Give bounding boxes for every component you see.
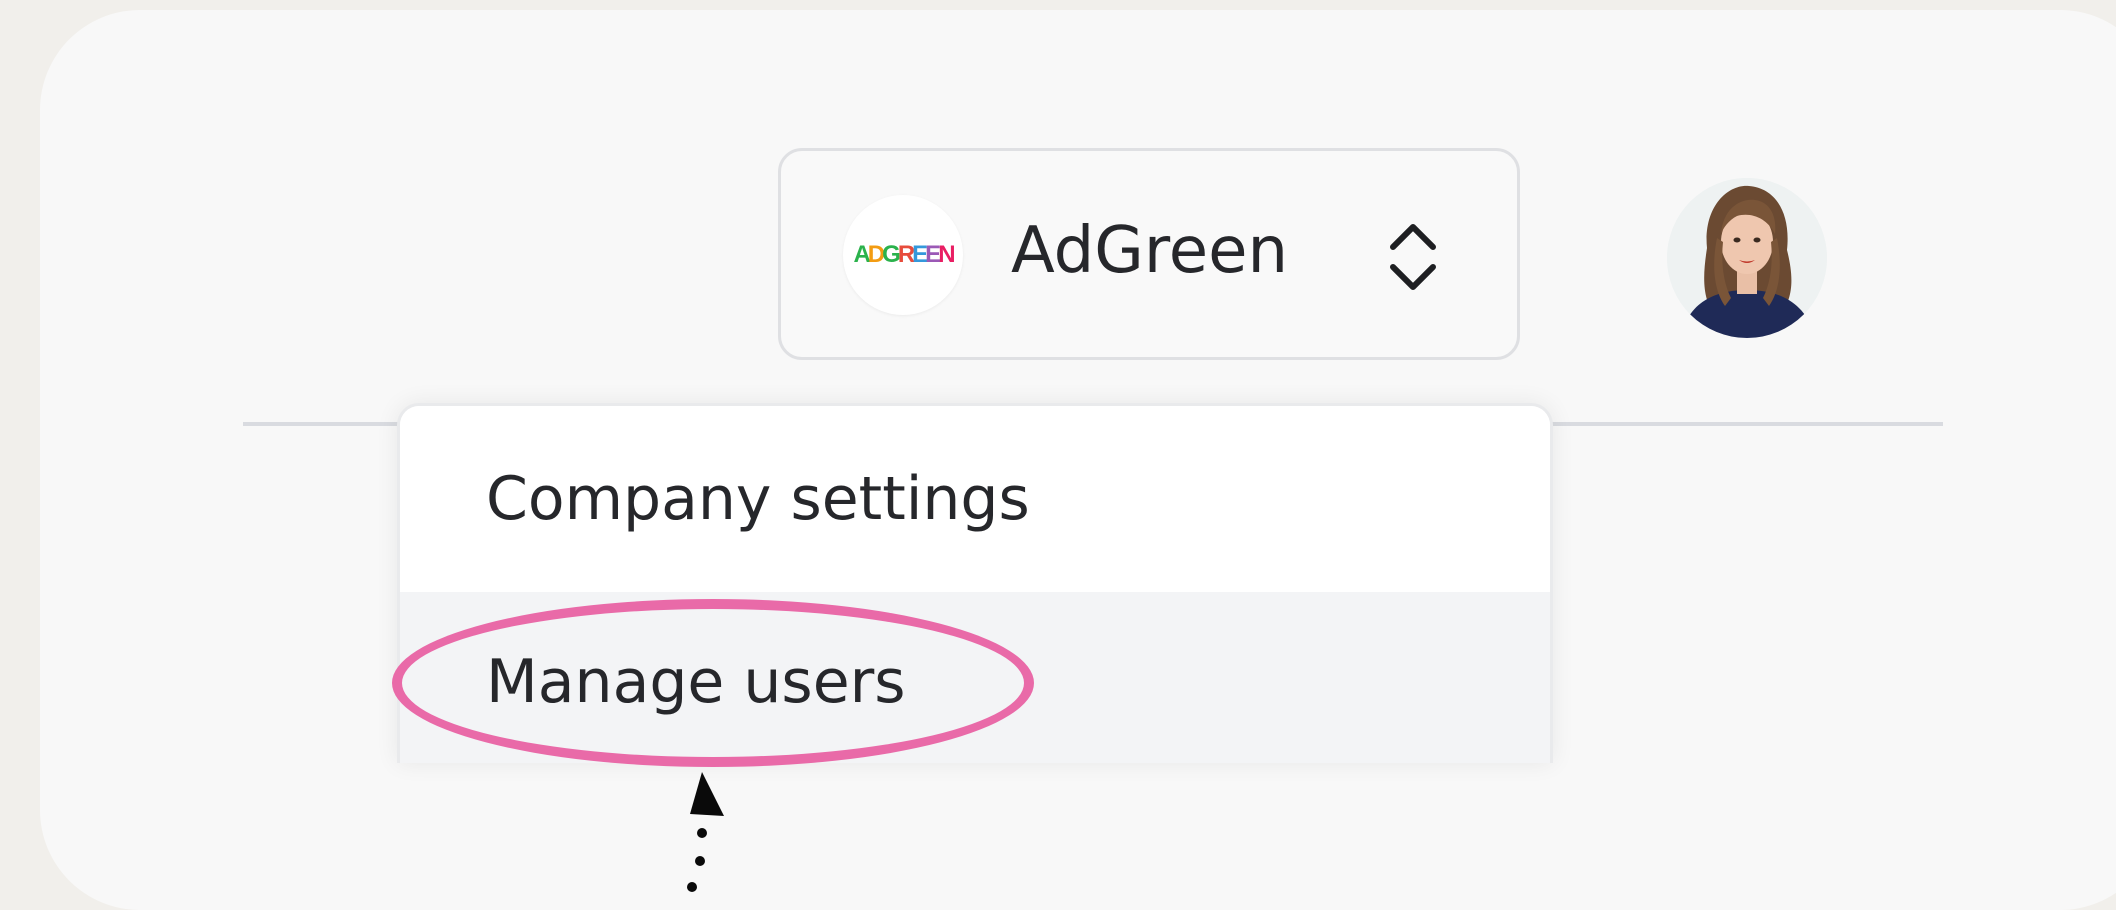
chevron-up-down-icon [1390, 224, 1436, 290]
company-logo-text: ADGREEN [853, 241, 955, 268]
company-name: AdGreen [1011, 214, 1289, 288]
arrow-up-icon [687, 772, 724, 892]
menu-item-label: Company settings [486, 464, 1030, 534]
highlight-ellipse [392, 599, 1034, 767]
company-logo: ADGREEN [843, 195, 963, 315]
avatar-portrait [1667, 178, 1827, 338]
user-avatar[interactable] [1667, 178, 1827, 338]
menu-item-company-settings[interactable]: Company settings [400, 406, 1550, 592]
company-switcher-button[interactable]: ADGREEN AdGreen [778, 148, 1520, 360]
